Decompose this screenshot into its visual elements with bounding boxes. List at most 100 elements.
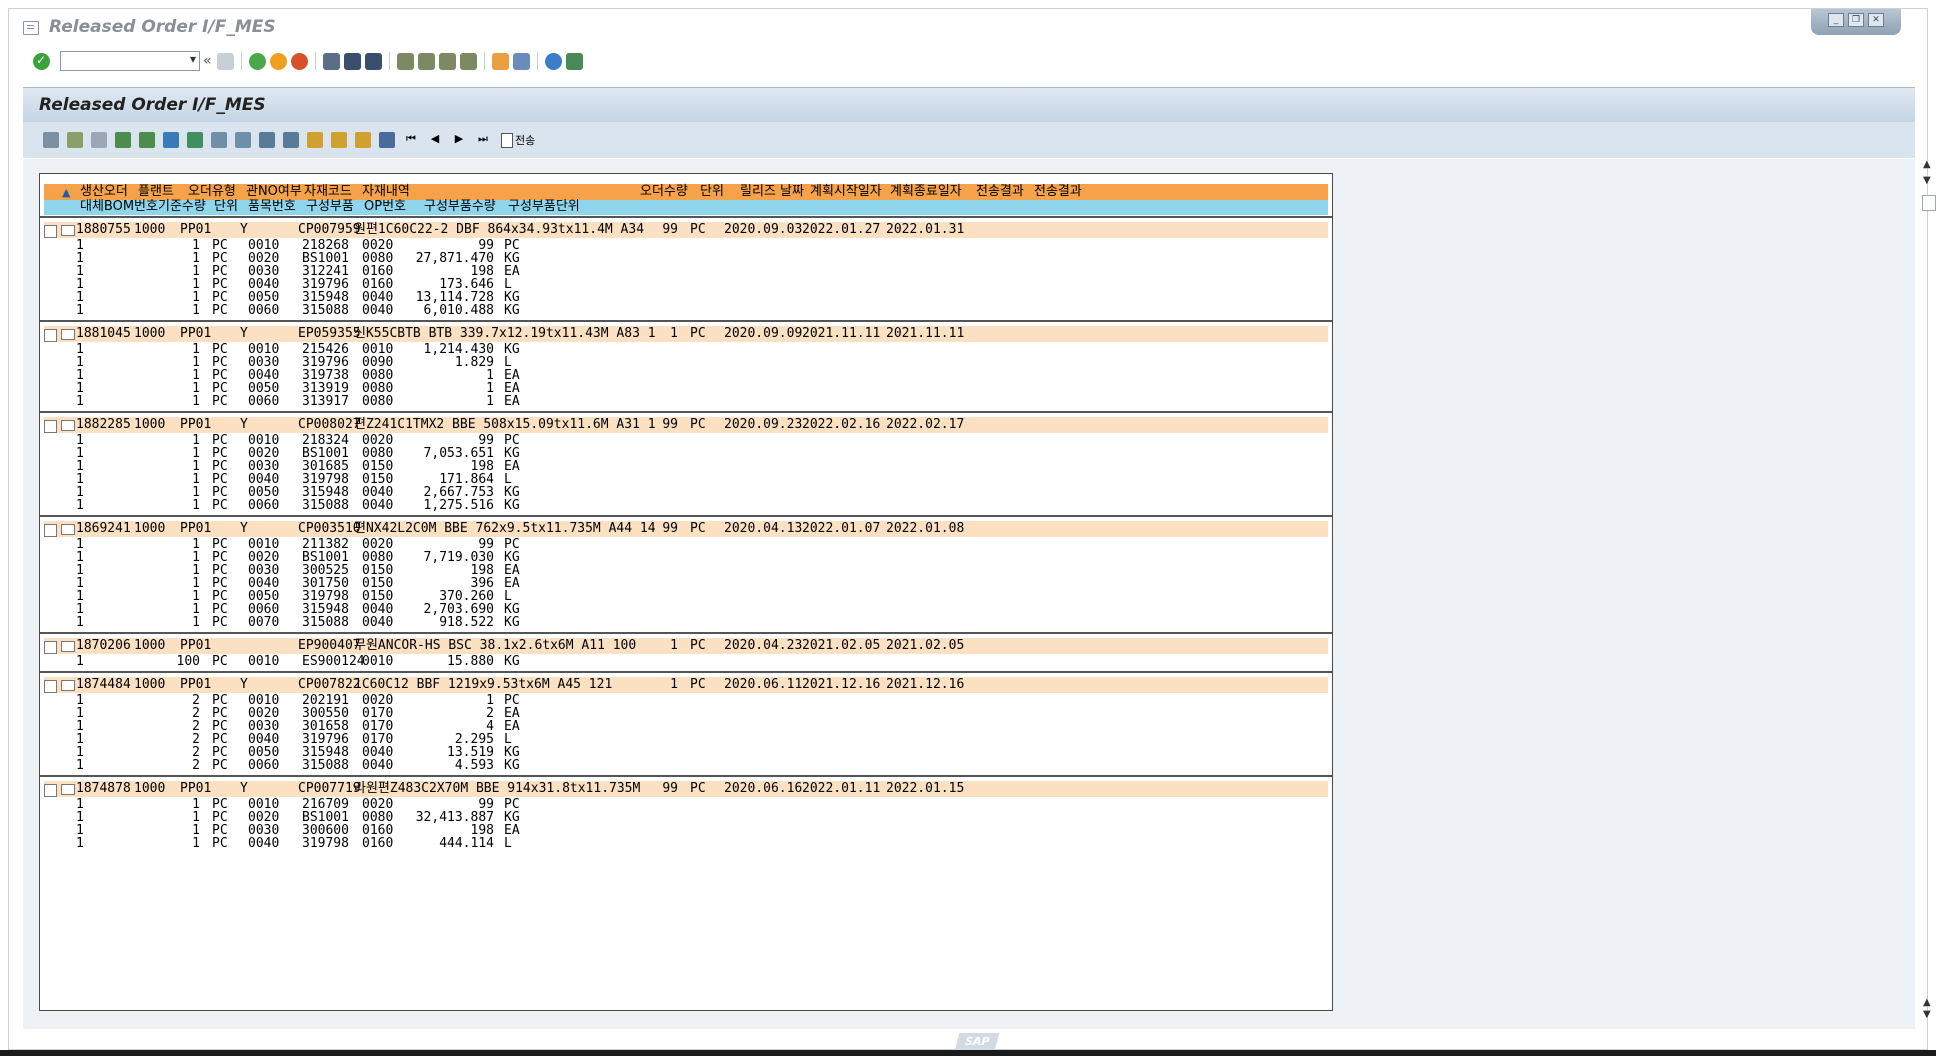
cancel-icon[interactable] xyxy=(290,52,308,70)
save-layout-icon[interactable] xyxy=(355,132,371,148)
header-col-material[interactable]: 자재코드 xyxy=(304,184,352,200)
subtotal-icon[interactable] xyxy=(211,132,227,148)
scroll-down-icon[interactable]: ▼ xyxy=(1923,1009,1931,1020)
filter-icon[interactable] xyxy=(163,132,179,148)
scroll-up-icon[interactable]: ▲ xyxy=(1923,159,1931,170)
row-checkbox[interactable] xyxy=(44,420,57,433)
alt-bom: 1 xyxy=(76,303,84,318)
change-layout-icon[interactable] xyxy=(331,132,347,148)
sum-icon[interactable] xyxy=(187,132,203,148)
save-icon[interactable] xyxy=(216,52,234,70)
order-row[interactable]: 1874484 1000 PP01 Y CP007822 1C60C12 BBF 1219… xyxy=(44,677,1328,693)
last-page-icon[interactable] xyxy=(459,52,477,70)
row-checkbox[interactable] xyxy=(44,225,57,238)
find-icon[interactable] xyxy=(343,52,361,70)
row-checkbox[interactable] xyxy=(44,641,57,654)
export-icon[interactable] xyxy=(259,132,275,148)
folder-icon[interactable] xyxy=(61,680,75,691)
header-col-pipe-flag[interactable]: 관NO여부 xyxy=(246,184,302,200)
last-record-icon[interactable]: ⏭ xyxy=(475,132,491,148)
header-col-component-unit[interactable]: 구성부품단위 xyxy=(508,199,580,215)
sort-descending-icon[interactable] xyxy=(139,132,155,148)
row-checkbox[interactable] xyxy=(44,329,57,342)
header-col-op-no[interactable]: OP번호 xyxy=(364,199,406,215)
folder-icon[interactable] xyxy=(61,329,75,340)
header-col-base-qty[interactable]: 기준수량 xyxy=(158,199,206,215)
back-icon[interactable] xyxy=(248,52,266,70)
component-row[interactable]: 1 100 PC 0010 ES900124 0010 15.880 KG xyxy=(44,654,1328,670)
exit-icon[interactable] xyxy=(269,52,287,70)
new-session-icon[interactable] xyxy=(491,52,509,70)
deselect-all-icon[interactable] xyxy=(91,132,107,148)
help-icon[interactable] xyxy=(544,52,562,70)
folder-icon[interactable] xyxy=(61,524,75,535)
component-row[interactable]: 1 1 PC 0060 315088 0040 6,010.488 KG xyxy=(44,303,1328,319)
order-row[interactable]: 1870206 1000 PP01 EP900407 무원ANCOR-HS BSC 38… xyxy=(44,638,1328,654)
print-preview-icon[interactable] xyxy=(235,132,251,148)
next-record-icon[interactable]: ▶ xyxy=(451,132,467,148)
header-col-component[interactable]: 구성부품 xyxy=(306,199,354,215)
window-controls: _ ❐ ✕ xyxy=(1811,9,1901,35)
layout-icon[interactable] xyxy=(307,132,323,148)
next-page-icon[interactable] xyxy=(438,52,456,70)
row-checkbox[interactable] xyxy=(44,680,57,693)
order-row[interactable]: 1880755 1000 PP01 Y CP007959 원편1C60C22-2 DBF … xyxy=(44,222,1328,238)
vertical-scrollbar[interactable]: ▲ ▼ ▲ ▼ xyxy=(1921,157,1936,1020)
scroll-thumb[interactable] xyxy=(1922,195,1936,211)
scroll-down-icon[interactable]: ▼ xyxy=(1923,175,1931,186)
component-row[interactable]: 1 2 PC 0060 315088 0040 4.593 KG xyxy=(44,758,1328,774)
send-button[interactable]: 전송 xyxy=(501,132,535,148)
component-row[interactable]: 1 1 PC 0070 315088 0040 918.522 KG xyxy=(44,615,1328,631)
order-row[interactable]: 1881045 1000 PP01 Y EP059355 신K55CBTB BTB 339… xyxy=(44,326,1328,342)
views-icon[interactable] xyxy=(283,132,299,148)
minimize-icon[interactable]: _ xyxy=(1828,13,1844,27)
header-col-unit[interactable]: 단위 xyxy=(700,184,724,200)
header-col-component-qty[interactable]: 구성부품수량 xyxy=(424,199,496,215)
header-col-item-no[interactable]: 품목번호 xyxy=(248,199,296,215)
folder-icon[interactable] xyxy=(61,225,75,236)
header-col-base-unit[interactable]: 단위 xyxy=(214,199,238,215)
order-row[interactable]: 1882285 1000 PP01 Y CP008027 편Z241C1TMX2 BBE … xyxy=(44,417,1328,433)
first-page-icon[interactable] xyxy=(396,52,414,70)
folder-icon[interactable] xyxy=(61,784,75,795)
info-icon[interactable] xyxy=(379,132,395,148)
enter-icon[interactable] xyxy=(33,52,50,70)
scroll-up-icon[interactable]: ▲ xyxy=(1923,997,1931,1008)
order-type: PP01 xyxy=(180,222,212,237)
header-col-release-date[interactable]: 릴리즈 날짜 xyxy=(740,184,804,200)
header-col-material-desc[interactable]: 자재내역 xyxy=(362,184,410,200)
header-col-plant[interactable]: 플랜트 xyxy=(138,184,174,200)
header-col-alt-bom[interactable]: 대체BOM번호 xyxy=(80,199,158,215)
shortcut-icon[interactable] xyxy=(512,52,530,70)
row-checkbox[interactable] xyxy=(44,784,57,797)
header-col-send-result[interactable]: 전송결과 xyxy=(976,184,1024,200)
first-record-icon[interactable]: ⏮ xyxy=(403,132,419,148)
print-icon[interactable] xyxy=(322,52,340,70)
sort-ascending-icon[interactable] xyxy=(115,132,131,148)
folder-icon[interactable] xyxy=(61,420,75,431)
order-row[interactable]: 1874878 1000 PP01 Y CP007719 라원편Z483C2X70M BB… xyxy=(44,781,1328,797)
customize-layout-icon[interactable] xyxy=(565,52,583,70)
collapse-icon[interactable]: « xyxy=(203,53,212,69)
folder-icon[interactable] xyxy=(61,641,75,652)
select-all-icon[interactable] xyxy=(67,132,83,148)
find-next-icon[interactable] xyxy=(364,52,382,70)
order-row[interactable]: 1869241 1000 PP01 Y CP003510 편NX42L2C0M BBE 7… xyxy=(44,521,1328,537)
component-row[interactable]: 1 1 PC 0040 319798 0160 444.114 L xyxy=(44,836,1328,852)
row-checkbox[interactable] xyxy=(44,524,57,537)
sort-icon[interactable]: ▲ xyxy=(62,186,70,199)
previous-record-icon[interactable]: ◀ xyxy=(427,132,443,148)
restore-icon[interactable]: ❐ xyxy=(1848,13,1864,27)
component-row[interactable]: 1 1 PC 0060 315088 0040 1,275.516 KG xyxy=(44,498,1328,514)
component-row[interactable]: 1 1 PC 0060 313917 0080 1 EA xyxy=(44,394,1328,410)
detail-icon[interactable] xyxy=(43,132,59,148)
previous-page-icon[interactable] xyxy=(417,52,435,70)
header-col-send-result-2[interactable]: 전송결과 xyxy=(1034,184,1082,200)
command-field[interactable] xyxy=(60,51,200,71)
header-col-order-qty[interactable]: 오더수량 xyxy=(640,184,688,200)
header-col-plan-start[interactable]: 계획시작일자 xyxy=(810,184,882,200)
header-col-order[interactable]: 생산오더 xyxy=(80,184,128,200)
header-col-order-type[interactable]: 오더유형 xyxy=(188,184,236,200)
header-col-plan-end[interactable]: 계획종료일자 xyxy=(890,184,962,200)
close-icon[interactable]: ✕ xyxy=(1868,13,1884,27)
